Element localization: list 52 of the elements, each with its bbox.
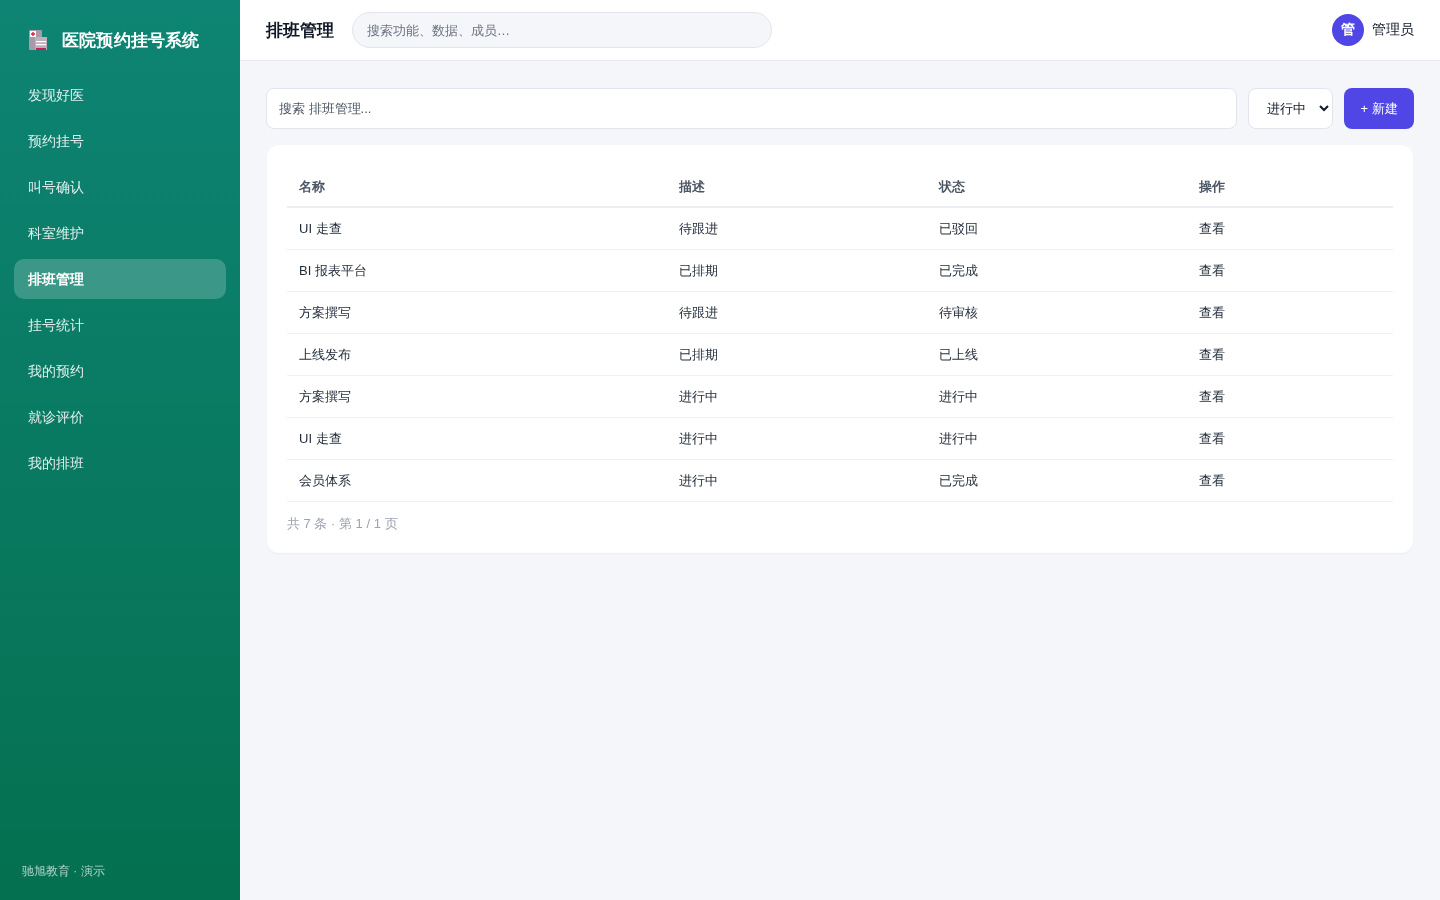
table-cell: 进行中 — [939, 387, 979, 406]
table-cell: BI 报表平台 — [299, 261, 367, 280]
nav-item[interactable]: 我的预约 — [14, 351, 226, 391]
nav-item[interactable]: 叫号确认 — [14, 167, 226, 207]
table-cell: 方案撰写 — [299, 303, 351, 322]
table-cell: UI 走查 — [299, 429, 342, 448]
pagination-text: 共 7 条 · 第 1 / 1 页 — [287, 515, 398, 533]
new-button[interactable]: + 新建 — [1344, 88, 1414, 129]
view-link[interactable]: 查看 — [1199, 387, 1226, 406]
avatar[interactable]: 管 — [1332, 14, 1364, 46]
hospital-icon — [28, 29, 48, 51]
table-cell: 已排期 — [679, 345, 719, 364]
table-cell: 进行中 — [679, 471, 719, 490]
nav-item[interactable]: 排班管理 — [14, 259, 226, 299]
table-cell: 会员体系 — [299, 471, 351, 490]
table-cell: 已排期 — [679, 261, 719, 280]
status-select[interactable]: 进行中 — [1248, 88, 1333, 129]
column-header: 操作 — [1187, 165, 1393, 207]
column-header: 状态 — [927, 165, 1188, 207]
search-field[interactable]: 搜索 排班管理... — [266, 88, 1237, 129]
nav-item[interactable]: 科室维护 — [14, 213, 226, 253]
nav-item[interactable]: 我的排班 — [14, 443, 226, 483]
table-cell: 进行中 — [679, 387, 719, 406]
table-cell: 待跟进 — [679, 219, 719, 238]
table-cell: 已完成 — [939, 471, 979, 490]
nav-item[interactable]: 挂号统计 — [14, 305, 226, 345]
app-title: 医院预约挂号系统 — [62, 29, 200, 52]
table-cell: 已驳回 — [939, 219, 979, 238]
view-link[interactable]: 查看 — [1199, 345, 1226, 364]
table-cell: 进行中 — [939, 429, 979, 448]
search-field[interactable]: 搜索功能、数据、成员… — [352, 12, 772, 48]
column-header: 名称 — [287, 165, 668, 207]
view-link[interactable]: 查看 — [1199, 429, 1226, 448]
nav-item[interactable]: 预约挂号 — [14, 121, 226, 161]
nav-item[interactable]: 发现好医 — [14, 75, 226, 115]
table-cell: 已完成 — [939, 261, 979, 280]
table-cell: 上线发布 — [299, 345, 351, 364]
table-cell: 已上线 — [939, 345, 979, 364]
view-link[interactable]: 查看 — [1199, 219, 1226, 238]
table-cell: UI 走查 — [299, 219, 342, 238]
page-title: 排班管理 — [266, 19, 334, 42]
view-link[interactable]: 查看 — [1199, 303, 1226, 322]
view-link[interactable]: 查看 — [1199, 471, 1226, 490]
table-cell: 方案撰写 — [299, 387, 351, 406]
table-cell: 进行中 — [679, 429, 719, 448]
column-header: 描述 — [667, 165, 928, 207]
footer-text: 驰旭教育 · 演示 — [22, 863, 105, 880]
table-cell: 待审核 — [939, 303, 979, 322]
view-link[interactable]: 查看 — [1199, 261, 1226, 280]
user-name: 管理员 — [1372, 21, 1414, 39]
nav-item[interactable]: 就诊评价 — [14, 397, 226, 437]
table-cell: 待跟进 — [679, 303, 719, 322]
